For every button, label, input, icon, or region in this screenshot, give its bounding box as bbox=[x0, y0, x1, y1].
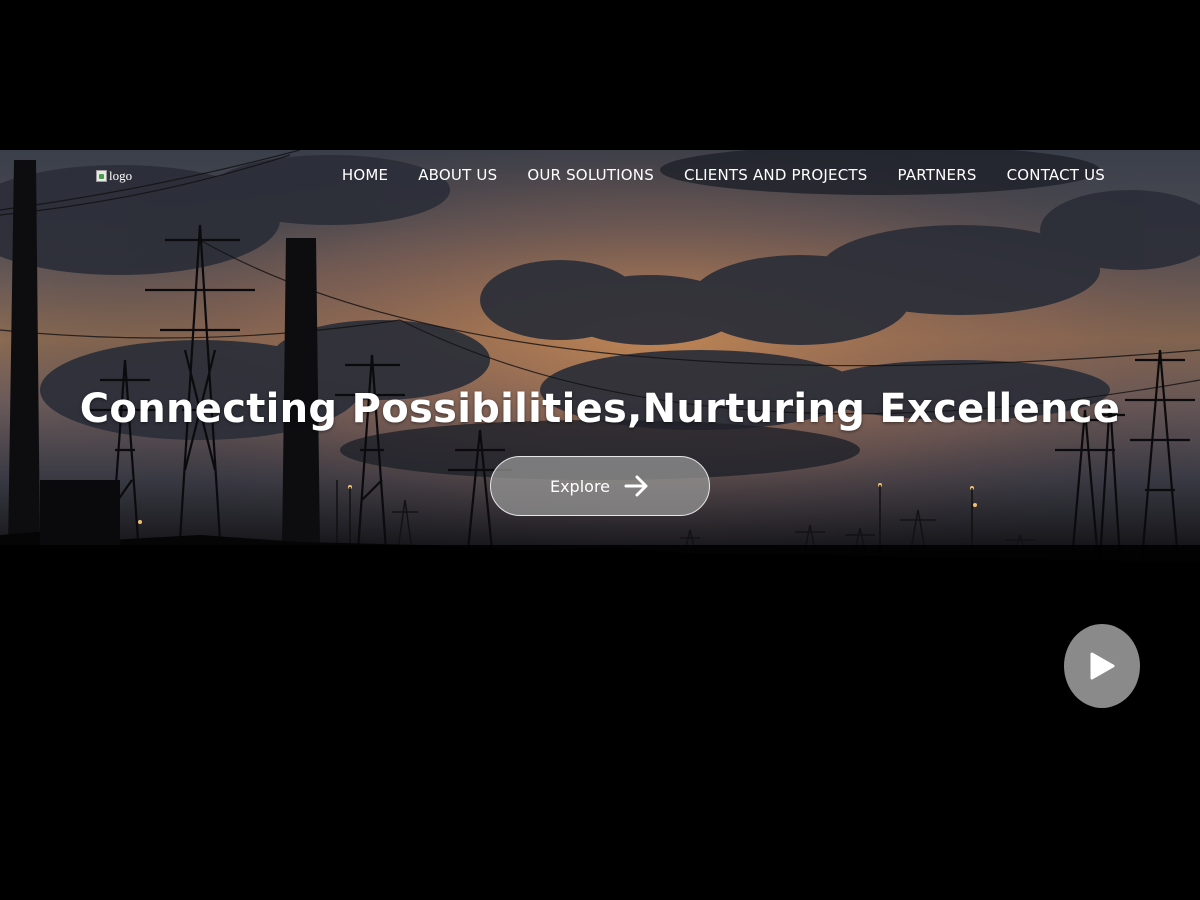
hero-headline: Connecting Possibilities,Nurturing Excel… bbox=[79, 386, 1121, 432]
nav-about-us[interactable]: ABOUT US bbox=[418, 166, 497, 184]
explore-button[interactable]: Explore bbox=[490, 456, 710, 516]
play-icon bbox=[1090, 652, 1115, 680]
nav-partners[interactable]: PARTNERS bbox=[898, 166, 977, 184]
video-play-button[interactable] bbox=[1064, 624, 1140, 708]
nav-contact-us[interactable]: CONTACT US bbox=[1007, 166, 1105, 184]
nav-clients-and-projects[interactable]: CLIENTS AND PROJECTS bbox=[684, 166, 868, 184]
logo-alt-text: logo bbox=[109, 168, 133, 183]
explore-label: Explore bbox=[549, 476, 611, 496]
arrow-right-icon bbox=[624, 475, 648, 497]
nav-home[interactable]: HOME bbox=[342, 166, 388, 184]
main-navigation: HOME ABOUT US OUR SOLUTIONS CLIENTS AND … bbox=[342, 166, 1105, 184]
nav-our-solutions[interactable]: OUR SOLUTIONS bbox=[527, 166, 654, 184]
site-logo[interactable]: logo bbox=[96, 168, 132, 184]
broken-image-icon bbox=[96, 170, 107, 182]
